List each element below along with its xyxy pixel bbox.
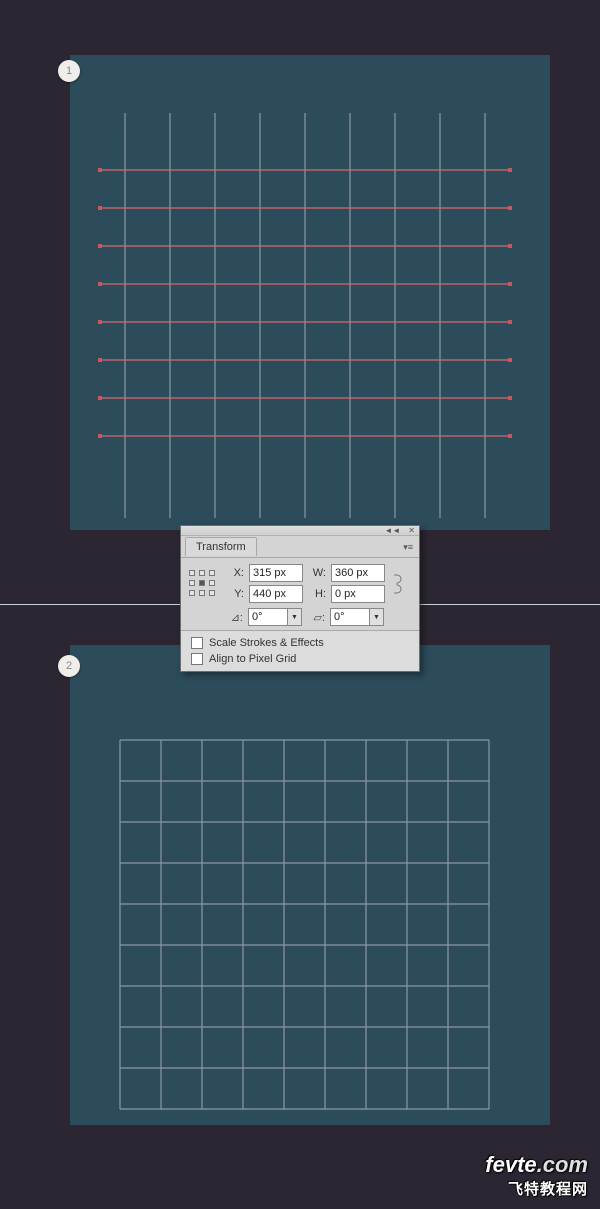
shear-icon: ▱: bbox=[307, 611, 325, 624]
collapse-icon[interactable]: ◄◄ bbox=[384, 527, 400, 535]
grid-svg-1 bbox=[70, 55, 550, 530]
watermark-domain: .com bbox=[537, 1152, 588, 1177]
panel-titlebar[interactable]: ◄◄ ✕ bbox=[181, 526, 419, 536]
step-badge-1: 1 bbox=[58, 60, 80, 82]
w-input[interactable] bbox=[331, 564, 385, 582]
tab-transform[interactable]: Transform bbox=[185, 537, 257, 556]
h-label: H: bbox=[308, 588, 326, 600]
transform-panel[interactable]: ◄◄ ✕ Transform ▾≡ X: W: Y: bbox=[180, 525, 420, 672]
rotate-dropdown[interactable]: ▼ bbox=[248, 608, 302, 626]
watermark-brand: fevte bbox=[485, 1152, 536, 1177]
h-input[interactable] bbox=[331, 585, 385, 603]
x-label: X: bbox=[226, 567, 244, 579]
tab-label: Transform bbox=[196, 541, 246, 553]
grid-svg-2 bbox=[70, 645, 550, 1125]
panel-menu-icon[interactable]: ▾≡ bbox=[403, 542, 413, 553]
step-number: 2 bbox=[66, 660, 72, 672]
constrain-proportions-icon[interactable] bbox=[390, 570, 406, 598]
x-input[interactable] bbox=[249, 564, 303, 582]
scale-strokes-label: Scale Strokes & Effects bbox=[209, 637, 324, 649]
panel-body: X: W: Y: H: ⊿: ▼ bbox=[181, 558, 419, 630]
panel-tabs: Transform ▾≡ bbox=[181, 536, 419, 558]
w-label: W: bbox=[308, 567, 326, 579]
watermark: fevte.com 飞特教程网 bbox=[485, 1152, 588, 1199]
close-icon[interactable]: ✕ bbox=[408, 527, 415, 535]
rotate-input[interactable] bbox=[248, 608, 288, 626]
scale-strokes-checkbox[interactable] bbox=[191, 637, 203, 649]
y-input[interactable] bbox=[249, 585, 303, 603]
align-pixel-checkbox[interactable] bbox=[191, 653, 203, 665]
shear-input[interactable] bbox=[330, 608, 370, 626]
artboard-2[interactable] bbox=[70, 645, 550, 1125]
shear-dd-button[interactable]: ▼ bbox=[370, 608, 384, 626]
artboard-1[interactable] bbox=[70, 55, 550, 530]
shear-dropdown[interactable]: ▼ bbox=[330, 608, 384, 626]
rotate-dd-button[interactable]: ▼ bbox=[288, 608, 302, 626]
reference-point-picker[interactable] bbox=[189, 570, 217, 598]
align-pixel-label: Align to Pixel Grid bbox=[209, 653, 296, 665]
step-badge-2: 2 bbox=[58, 655, 80, 677]
step-number: 1 bbox=[66, 65, 72, 77]
y-label: Y: bbox=[226, 588, 244, 600]
panel-footer: Scale Strokes & Effects Align to Pixel G… bbox=[181, 630, 419, 671]
rotate-icon: ⊿: bbox=[225, 611, 243, 624]
watermark-cn: 飞特教程网 bbox=[485, 1178, 588, 1199]
